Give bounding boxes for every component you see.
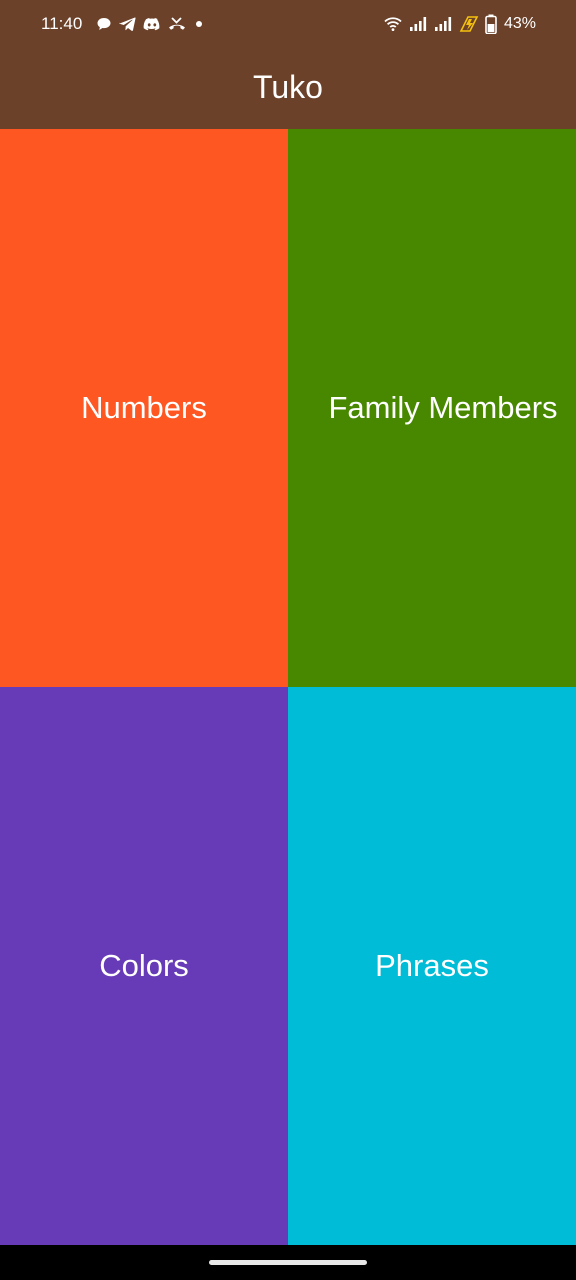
colors-label: Colors [99, 948, 189, 983]
dot-icon [193, 18, 205, 30]
charging-icon [458, 15, 480, 33]
app-bar: Tuko [0, 48, 576, 129]
navigation-bar [0, 1245, 576, 1280]
app-title: Tuko [253, 68, 323, 105]
home-indicator[interactable] [209, 1260, 367, 1265]
signal-icon [433, 15, 453, 33]
missed-call-icon [168, 16, 186, 32]
numbers-label: Numbers [81, 390, 207, 425]
family-members-tile[interactable]: Family Members [288, 129, 576, 687]
telegram-icon [119, 16, 136, 32]
discord-icon [143, 17, 161, 32]
notification-icons [96, 12, 205, 36]
numbers-tile[interactable]: Numbers [0, 129, 288, 687]
battery-percent: 43% [503, 15, 536, 32]
phrases-tile[interactable]: Phrases [288, 687, 576, 1245]
screen: 11:40 43% Tuko Numbers Family Members Co… [0, 0, 576, 1280]
phrases-label: Phrases [375, 948, 489, 983]
category-grid: Numbers Family Members Colors Phrases [0, 129, 576, 1245]
family-members-label: Family Members [328, 390, 558, 425]
signal-icon [408, 15, 428, 33]
chat-bubble-icon [96, 16, 112, 32]
system-icons: 43% [383, 12, 536, 36]
wifi-icon [383, 15, 403, 33]
battery-icon [485, 14, 497, 34]
status-bar: 11:40 43% [0, 0, 576, 48]
status-time: 11:40 [41, 14, 83, 33]
colors-tile[interactable]: Colors [0, 687, 288, 1245]
